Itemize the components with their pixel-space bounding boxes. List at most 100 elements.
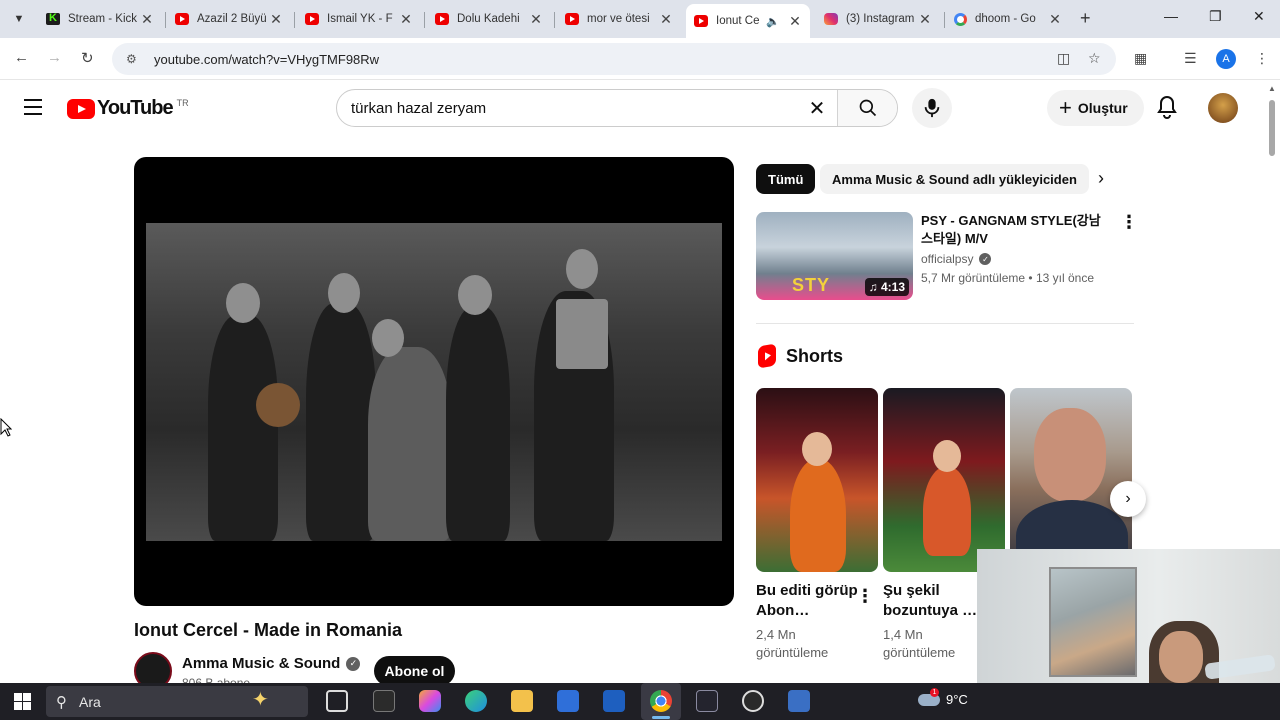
- weather-widget[interactable]: 1 9°C: [918, 687, 968, 707]
- edge-icon[interactable]: [465, 690, 487, 712]
- recommended-title[interactable]: PSY - GANGNAM STYLE(강남스타일) M/V: [921, 212, 1111, 248]
- extensions-icon[interactable]: ▦: [1134, 50, 1147, 67]
- chip-all[interactable]: Tümü: [756, 164, 816, 194]
- tab-title: İsmail YK - F: [327, 13, 393, 25]
- close-tab-icon[interactable]: ✕: [529, 11, 543, 28]
- windows-start-icon[interactable]: [14, 693, 31, 710]
- browser-tab-active[interactable]: Ionut Ce 🔈 ✕: [686, 4, 810, 38]
- close-window-icon[interactable]: ✕: [1253, 8, 1265, 25]
- notification-badge: 1: [930, 687, 939, 697]
- recommended-channel[interactable]: officialpsy ✓: [921, 252, 992, 266]
- video-title: Ionut Cercel - Made in Romania: [134, 620, 403, 640]
- video-frame: [146, 223, 722, 541]
- task-view-icon[interactable]: [326, 690, 348, 712]
- profile-avatar[interactable]: A: [1216, 49, 1236, 69]
- site-settings-icon[interactable]: ⚙: [126, 52, 140, 66]
- browser-toolbar: ← → ↻ ⚙ youtube.com/watch?v=VHygTMF98Rw …: [0, 38, 1280, 80]
- scroll-up-icon[interactable]: ▲: [1268, 84, 1276, 93]
- url-text[interactable]: youtube.com/watch?v=VHygTMF98Rw: [154, 52, 379, 67]
- short-thumbnail[interactable]: [1010, 388, 1132, 572]
- more-actions-icon[interactable]: ⋮: [856, 586, 874, 607]
- search-input[interactable]: türkan hazal zeryam: [337, 100, 797, 117]
- recommended-thumbnail[interactable]: STY ♫ 4:13: [756, 212, 913, 300]
- short-thumbnail[interactable]: [756, 388, 878, 572]
- channel-name[interactable]: Amma Music & Sound ✓: [182, 655, 361, 672]
- browser-tab[interactable]: Dolu Kadehi ✕: [427, 4, 551, 34]
- epic-games-icon[interactable]: [373, 690, 395, 712]
- user-avatar[interactable]: [1208, 93, 1238, 123]
- youtube-icon: [305, 13, 319, 25]
- youtube-icon: [435, 13, 449, 25]
- chevron-right-icon[interactable]: ›: [1110, 481, 1146, 517]
- tab-title: Ionut Ce: [716, 15, 760, 27]
- new-tab-button[interactable]: +: [1080, 8, 1091, 29]
- davinci-resolve-icon[interactable]: [696, 690, 718, 712]
- close-tab-icon[interactable]: ✕: [269, 11, 283, 28]
- recommended-channel-text[interactable]: officialpsy: [921, 252, 973, 266]
- browser-tab[interactable]: Stream - Kick ✕: [38, 4, 162, 34]
- outlook-icon[interactable]: [603, 690, 625, 712]
- hamburger-menu-icon[interactable]: [24, 99, 42, 120]
- install-app-icon[interactable]: ◫: [1057, 50, 1070, 67]
- close-tab-icon[interactable]: ✕: [918, 11, 932, 28]
- subscribe-button[interactable]: Abone ol: [374, 656, 455, 686]
- close-tab-icon[interactable]: ✕: [399, 11, 413, 28]
- tab-title: Dolu Kadehi: [457, 13, 520, 25]
- video-duration: ♫ 4:13: [864, 278, 909, 296]
- browser-tab[interactable]: mor ve ötesi ✕: [557, 4, 681, 34]
- streamer-face: [1159, 631, 1203, 683]
- close-tab-icon[interactable]: ✕: [140, 11, 154, 28]
- channel-name-text[interactable]: Amma Music & Sound: [182, 655, 340, 672]
- youtube-play-icon: [67, 98, 95, 119]
- video-player[interactable]: [134, 157, 734, 606]
- speaker-icon[interactable]: 🔈: [766, 15, 780, 28]
- instagram-icon: [824, 13, 838, 25]
- close-tab-icon[interactable]: ✕: [788, 13, 802, 30]
- voice-search-button[interactable]: [912, 88, 952, 128]
- browser-tab[interactable]: (3) Instagram ✕: [816, 4, 940, 34]
- address-bar[interactable]: ⚙ youtube.com/watch?v=VHygTMF98Rw: [112, 43, 1116, 75]
- browser-tab[interactable]: dhoom - Go ✕: [946, 4, 1070, 34]
- chrome-icon[interactable]: [650, 690, 672, 712]
- back-icon[interactable]: ←: [14, 49, 29, 66]
- search-icon: [859, 99, 876, 117]
- obs-studio-icon[interactable]: [742, 690, 764, 712]
- browser-tab[interactable]: Azazil 2 Büyü ✕: [167, 4, 291, 34]
- tab-title: Azazil 2 Büyü: [197, 13, 267, 25]
- minimize-icon[interactable]: —: [1164, 8, 1178, 24]
- clear-search-icon[interactable]: ✕: [797, 96, 837, 121]
- close-tab-icon[interactable]: ✕: [659, 11, 673, 28]
- forward-icon[interactable]: →: [47, 49, 62, 66]
- notifications-bell-icon[interactable]: [1156, 95, 1178, 124]
- recommended-meta: 5,7 Mr görüntüleme • 13 yıl önce: [921, 271, 1094, 285]
- bookmark-star-icon[interactable]: ☆: [1088, 50, 1101, 67]
- recommended-age: 13 yıl önce: [1035, 271, 1094, 285]
- scrollbar-thumb[interactable]: [1269, 100, 1275, 156]
- shorts-label: Shorts: [786, 345, 844, 366]
- youtube-logo[interactable]: YouTube TR: [67, 97, 189, 120]
- more-actions-icon[interactable]: ⋮: [1120, 212, 1138, 233]
- microsoft-store-icon[interactable]: [557, 690, 579, 712]
- calculator-icon[interactable]: [788, 690, 810, 712]
- chip-uploader[interactable]: Amma Music & Sound adlı yükleyiciden: [820, 164, 1089, 194]
- copilot-icon[interactable]: [419, 690, 441, 712]
- search-button[interactable]: [837, 90, 897, 126]
- chevron-right-icon[interactable]: ›: [1098, 168, 1104, 189]
- copilot-sparkle-icon[interactable]: ✦: [252, 687, 269, 712]
- create-button[interactable]: + Oluştur: [1047, 90, 1144, 126]
- maximize-icon[interactable]: ❐: [1209, 8, 1222, 25]
- short-title[interactable]: Şu şekil bozuntuya …: [883, 581, 991, 621]
- close-tab-icon[interactable]: ✕: [1048, 11, 1062, 28]
- reload-icon[interactable]: ↻: [81, 49, 94, 67]
- browser-tab[interactable]: İsmail YK - F ✕: [297, 4, 421, 34]
- short-thumbnail[interactable]: [883, 388, 1005, 572]
- browser-menu-icon[interactable]: ⋮: [1255, 50, 1269, 67]
- media-control-icon[interactable]: ☰: [1184, 50, 1197, 67]
- search-box[interactable]: türkan hazal zeryam ✕: [336, 89, 898, 127]
- active-indicator: [652, 716, 670, 719]
- country-code: TR: [176, 97, 189, 108]
- tab-search-button[interactable]: ▼: [8, 8, 30, 30]
- short-title[interactable]: Bu editi görüp Abon…: [756, 581, 864, 621]
- file-explorer-icon[interactable]: [511, 690, 533, 712]
- kick-icon: [46, 12, 60, 25]
